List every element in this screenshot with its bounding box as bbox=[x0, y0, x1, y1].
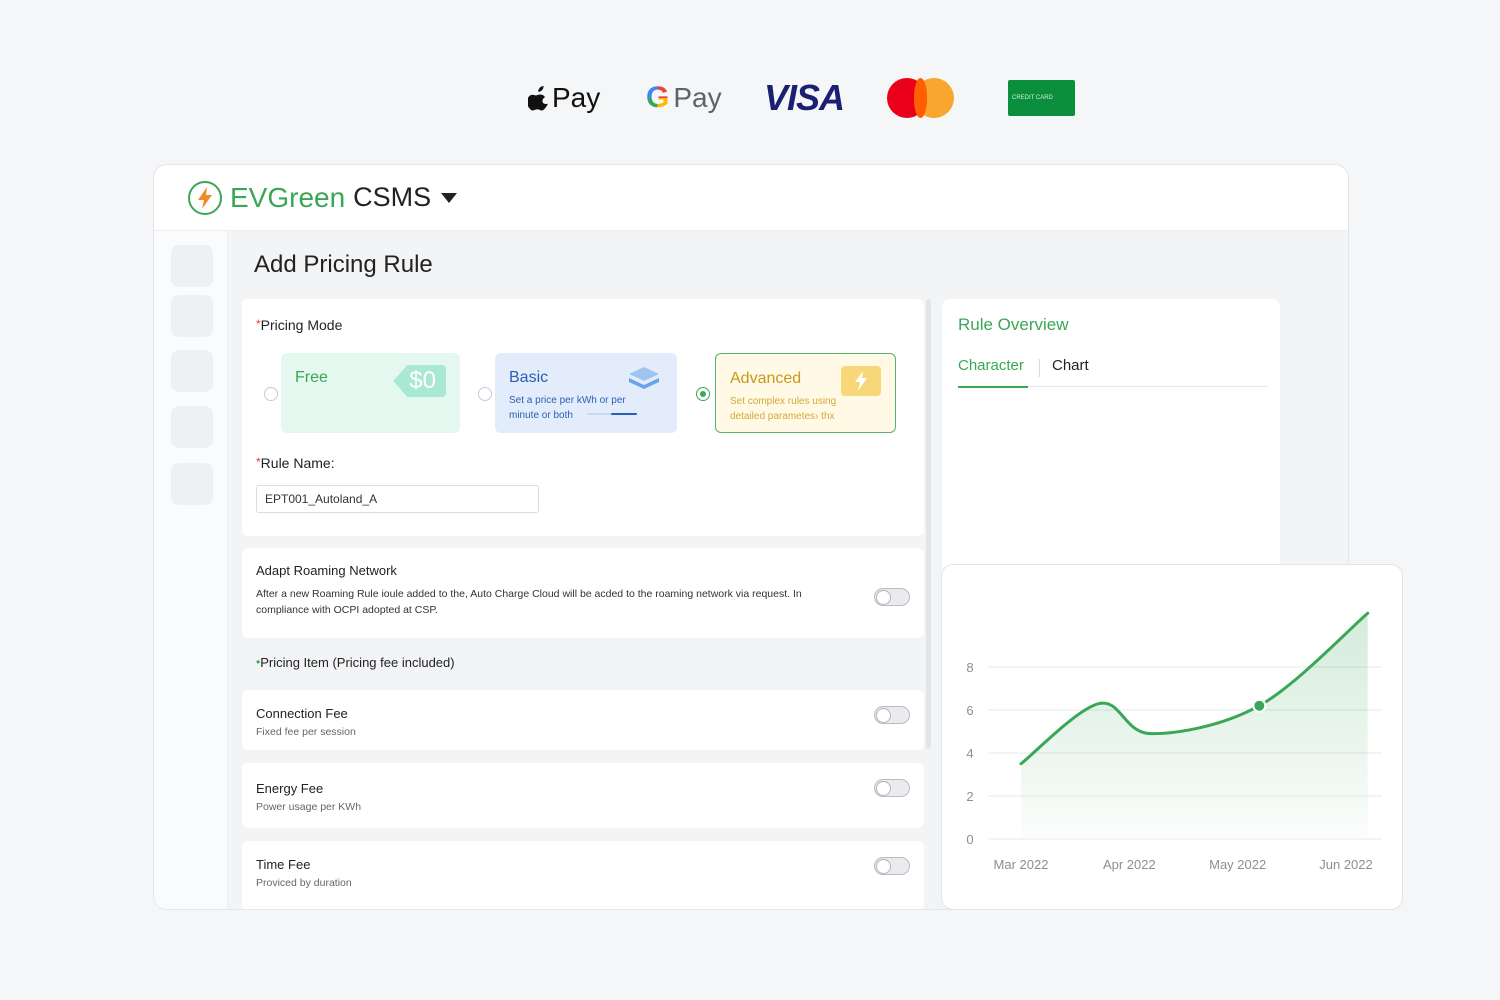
y-tick-label: 0 bbox=[966, 832, 973, 847]
chart-card: 0 2 4 6 8 Mar 2022 Apr 2022 May 2022 Jun 2022 bbox=[941, 564, 1403, 910]
pricing-item-time: Time Fee Proviced by duration bbox=[242, 841, 924, 909]
pricing-item-label: •Pricing Item (Pricing fee included) bbox=[256, 655, 455, 670]
line-chart: 0 2 4 6 8 Mar 2022 Apr 2022 May 2022 Jun 2022 bbox=[966, 611, 1382, 872]
sidebar-item-3[interactable] bbox=[171, 350, 213, 392]
item-subtitle: Proviced by duration bbox=[256, 877, 352, 889]
sidebar-item-2[interactable] bbox=[171, 295, 213, 337]
brand-name: EVGreen bbox=[230, 181, 346, 213]
pricing-mode-panel: *Pricing Mode Free $0 Basic Set a price … bbox=[242, 299, 924, 536]
sidebar-item-1[interactable] bbox=[171, 245, 213, 287]
google-g-icon: G bbox=[646, 81, 670, 114]
mode-card-advanced[interactable]: Advanced Set complex rules using detaile… bbox=[715, 353, 896, 433]
y-tick-label: 8 bbox=[966, 660, 973, 675]
item-title: Connection Fee bbox=[256, 706, 348, 721]
roaming-desc-line2: compliance with OCPI adopted at CSP. bbox=[256, 604, 438, 616]
x-tick-label: May 2022 bbox=[1209, 857, 1266, 872]
lightning-bolt-icon bbox=[188, 180, 222, 215]
mode-card-basic[interactable]: Basic Set a price per kWh or per minute … bbox=[495, 353, 677, 433]
brand-suffix: CSMS bbox=[353, 182, 432, 212]
mode-card-free[interactable]: Free $0 bbox=[281, 353, 460, 433]
x-tick-label: Jun 2022 bbox=[1319, 857, 1373, 872]
y-tick-label: 2 bbox=[966, 789, 973, 804]
sidebar-item-5[interactable] bbox=[171, 463, 213, 505]
visa-logo: VISA bbox=[764, 77, 845, 118]
item-title: Energy Fee bbox=[256, 781, 324, 796]
pricing-item-energy: Energy Fee Power usage per KWh bbox=[242, 763, 924, 828]
google-pay-logo: G Pay bbox=[646, 74, 722, 122]
pricing-item-connection: Connection Fee Fixed fee per session bbox=[242, 690, 924, 750]
roaming-toggle[interactable] bbox=[874, 588, 910, 606]
roaming-title: Adapt Roaming Network bbox=[256, 563, 397, 578]
mastercard-logo bbox=[887, 74, 957, 122]
item-subtitle: Power usage per KWh bbox=[256, 801, 362, 813]
mastercard-overlap bbox=[914, 78, 927, 118]
y-tick-label: 6 bbox=[966, 703, 973, 718]
radio-basic[interactable] bbox=[478, 387, 492, 401]
cube-icon bbox=[629, 367, 659, 389]
lightning-icon bbox=[841, 366, 881, 396]
chevron-down-icon[interactable] bbox=[441, 192, 458, 203]
rule-overview-title: Rule Overview bbox=[958, 315, 1069, 334]
apple-pay-logo: Pay bbox=[528, 74, 600, 122]
item-subtitle: Fixed fee per session bbox=[256, 726, 356, 738]
payment-methods-row: Pay G Pay VISA CREDIT CARD bbox=[0, 74, 1500, 124]
radio-free[interactable] bbox=[264, 387, 278, 401]
roaming-desc-line1: After a new Roaming Rule ioule added to … bbox=[256, 588, 802, 600]
x-tick-label: Mar 2022 bbox=[994, 857, 1049, 872]
x-tick-label: Apr 2022 bbox=[1103, 857, 1156, 872]
overview-tabs: Character Chart bbox=[958, 349, 1268, 388]
top-bar: EVGreen CSMS bbox=[154, 165, 1348, 231]
time-fee-toggle[interactable] bbox=[874, 857, 910, 875]
tab-divider bbox=[1039, 359, 1040, 377]
highlight-point bbox=[1252, 698, 1267, 713]
connection-fee-toggle[interactable] bbox=[874, 706, 910, 724]
tab-character[interactable]: Character bbox=[958, 357, 1028, 388]
roaming-panel: Adapt Roaming Network After a new Roamin… bbox=[242, 548, 924, 638]
tab-chart[interactable]: Chart bbox=[1052, 357, 1089, 374]
pricing-mode-label: *Pricing Mode bbox=[256, 317, 343, 333]
y-tick-label: 4 bbox=[966, 746, 973, 761]
page-title: Add Pricing Rule bbox=[254, 251, 433, 278]
apple-icon bbox=[528, 86, 548, 111]
basic-progress-icon bbox=[587, 413, 637, 415]
google-pay-text: Pay bbox=[673, 82, 722, 113]
green-card-text: CREDIT CARD bbox=[1012, 95, 1053, 101]
item-title: Time Fee bbox=[256, 857, 311, 872]
sidebar bbox=[154, 231, 228, 909]
sidebar-item-4[interactable] bbox=[171, 406, 213, 448]
vertical-scrollbar[interactable] bbox=[926, 299, 931, 749]
rule-name-input[interactable] bbox=[256, 485, 539, 513]
chart-area-fill bbox=[1021, 613, 1368, 839]
mode-advanced-desc: Set complex rules using detailed paramet… bbox=[730, 396, 837, 422]
pricing-item-note: (Pricing fee included) bbox=[332, 655, 455, 670]
mode-basic-desc: Set a price per kWh or per minute or bot… bbox=[509, 395, 626, 421]
apple-pay-text: Pay bbox=[552, 82, 601, 113]
radio-advanced[interactable] bbox=[696, 387, 710, 401]
energy-fee-toggle[interactable] bbox=[874, 779, 910, 797]
rule-name-label: *Rule Name: bbox=[256, 455, 335, 471]
green-card-logo: CREDIT CARD bbox=[1008, 80, 1075, 116]
